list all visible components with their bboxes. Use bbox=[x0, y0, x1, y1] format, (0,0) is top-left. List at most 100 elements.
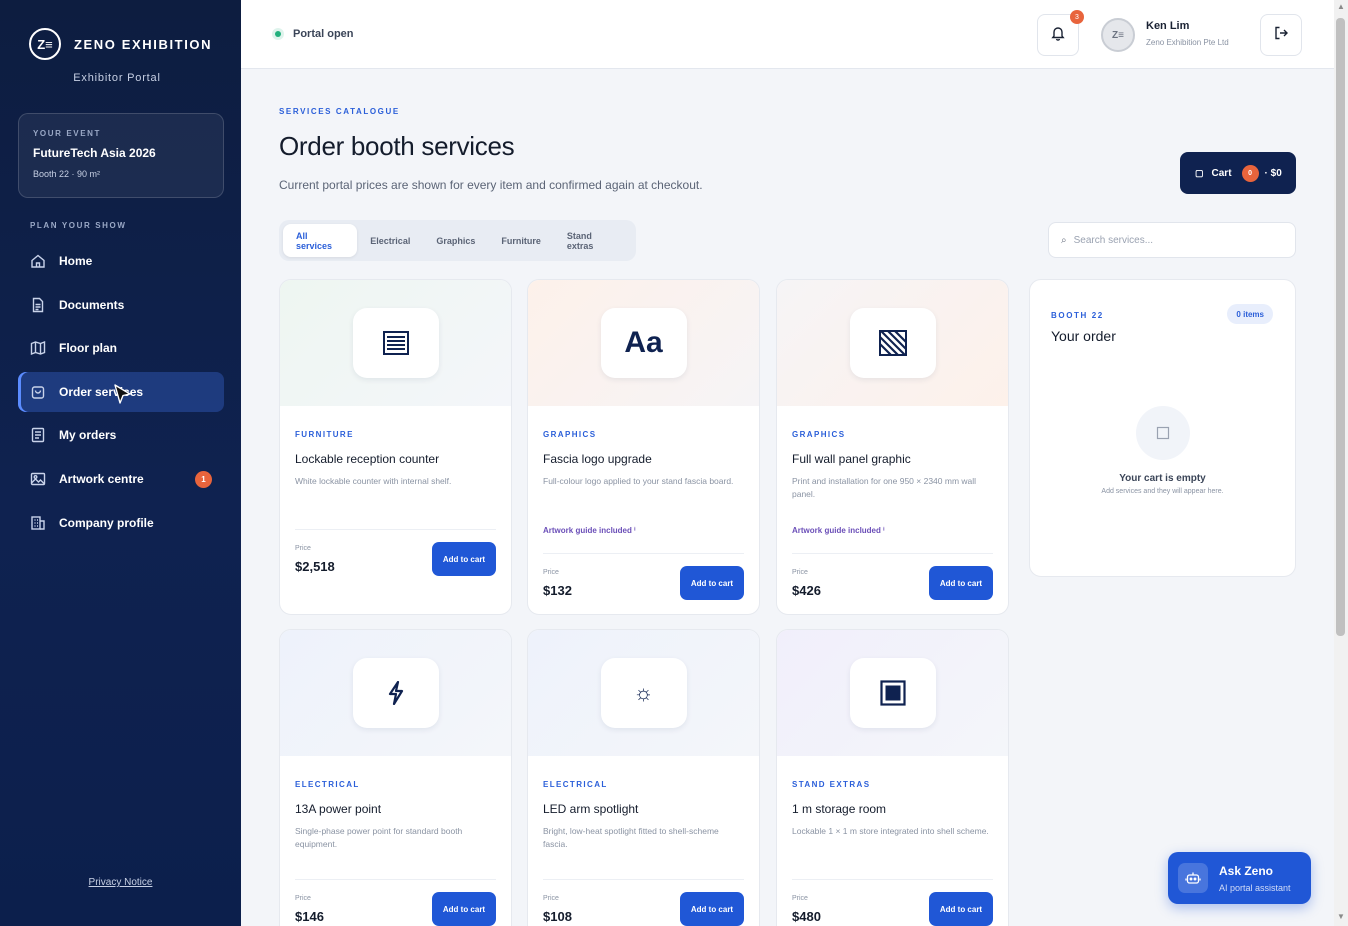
empty-cart-subtitle: Add services and they will appear here. bbox=[1101, 488, 1224, 495]
order-title: Your order bbox=[1051, 328, 1116, 344]
order-panel: BOOTH 22 Your order 0 items Your cart is… bbox=[1029, 279, 1296, 577]
sidebar-item-label: My orders bbox=[59, 428, 117, 443]
logout-button[interactable] bbox=[1260, 14, 1302, 56]
brand-logo: Z≡ bbox=[29, 28, 61, 60]
card-hero: Aa bbox=[528, 280, 759, 406]
card-hero bbox=[777, 630, 1008, 756]
notifications-button[interactable]: 3 bbox=[1037, 10, 1084, 56]
card-divider bbox=[792, 553, 993, 554]
logout-icon bbox=[1273, 25, 1289, 46]
tab-furniture[interactable]: Furniture bbox=[488, 224, 554, 257]
price-label: Price bbox=[543, 569, 559, 576]
artwork-guide-link[interactable]: Artwork guide included ⁱ bbox=[543, 526, 636, 535]
scroll-thumb[interactable] bbox=[1336, 18, 1345, 636]
page-scrollbar[interactable]: ▲ ▼ bbox=[1334, 0, 1348, 926]
bell-icon bbox=[1050, 25, 1066, 46]
add-to-cart-button[interactable]: Add to cart bbox=[929, 892, 993, 926]
search-icon: ⌕ bbox=[1061, 234, 1067, 246]
mouse-cursor-icon bbox=[113, 384, 133, 411]
price-label: Price bbox=[295, 545, 311, 552]
sidebar-item-artwork-centre[interactable]: Artwork centre 1 bbox=[18, 459, 224, 499]
artwork-guide-link[interactable]: Artwork guide included ⁱ bbox=[792, 526, 885, 535]
card-body: GRAPHICS Full wall panel graphic Print a… bbox=[777, 406, 1008, 501]
add-to-cart-button[interactable]: Add to cart bbox=[680, 566, 744, 600]
sidebar-item-label: Company profile bbox=[59, 515, 154, 530]
scroll-down-icon[interactable]: ▼ bbox=[1336, 912, 1346, 921]
sidebar-item-label: Documents bbox=[59, 297, 125, 312]
robot-icon bbox=[1178, 863, 1208, 893]
card-divider bbox=[295, 879, 496, 880]
search-box: ⌕ bbox=[1048, 222, 1296, 258]
product-price: $480 bbox=[792, 909, 821, 924]
product-category: FURNITURE bbox=[295, 430, 354, 439]
cart-icon: ▢ bbox=[1195, 167, 1204, 178]
event-meta: Booth 22 · 90 m² bbox=[33, 169, 101, 179]
product-description: Full-colour logo applied to your stand f… bbox=[543, 476, 734, 486]
product-price: $108 bbox=[543, 909, 572, 924]
brand-name: ZENO EXHIBITION bbox=[74, 36, 213, 52]
product-name: 13A power point bbox=[295, 802, 382, 816]
card-body: ELECTRICAL 13A power point Single-phase … bbox=[280, 756, 511, 851]
bag-icon bbox=[30, 384, 46, 400]
page-subtitle: Current portal prices are shown for ever… bbox=[279, 178, 703, 192]
sidebar-item-label: Artwork centre bbox=[59, 471, 144, 486]
top-bar: Portal open 3 Z≡ Ken Lim Zeno Exhibition… bbox=[241, 0, 1334, 69]
product-card-wall-panel: GRAPHICS Full wall panel graphic Print a… bbox=[776, 279, 1009, 615]
info-icon: ⁱ bbox=[883, 526, 885, 535]
card-body: FURNITURE Lockable reception counter Whi… bbox=[280, 406, 511, 488]
avatar[interactable]: Z≡ bbox=[1101, 18, 1135, 52]
product-card-fascia-logo: Aa GRAPHICS Fascia logo upgrade Full-col… bbox=[527, 279, 760, 615]
page-kicker: SERVICES CATALOGUE bbox=[279, 107, 400, 116]
sidebar: Z≡ ZENO EXHIBITION Exhibitor Portal YOUR… bbox=[0, 0, 241, 926]
lightning-icon bbox=[352, 658, 439, 728]
card-body: ELECTRICAL LED arm spotlight Bright, low… bbox=[528, 756, 759, 851]
cart-button[interactable]: ▢ Cart 0 · $0 bbox=[1180, 152, 1296, 194]
card-hero bbox=[280, 280, 511, 406]
tab-all-services[interactable]: All services bbox=[283, 224, 358, 257]
product-name: 1 m storage room bbox=[792, 802, 887, 816]
product-card-power-point: ELECTRICAL 13A power point Single-phase … bbox=[279, 629, 512, 926]
card-hero bbox=[777, 280, 1008, 406]
add-to-cart-button[interactable]: Add to cart bbox=[680, 892, 744, 926]
tab-stand-extras[interactable]: Stand extras bbox=[554, 224, 632, 257]
product-category: GRAPHICS bbox=[543, 430, 597, 439]
product-card-led-spotlight: ☼ ELECTRICAL LED arm spotlight Bright, l… bbox=[527, 629, 760, 926]
nav-section-label: PLAN YOUR SHOW bbox=[30, 221, 127, 230]
product-name: Full wall panel graphic bbox=[792, 452, 911, 466]
cart-count: 0 bbox=[1241, 164, 1259, 182]
add-to-cart-button[interactable]: Add to cart bbox=[929, 566, 993, 600]
add-to-cart-button[interactable]: Add to cart bbox=[432, 542, 496, 576]
product-description: Bright, low-heat spotlight fitted to she… bbox=[543, 826, 719, 849]
privacy-notice-link[interactable]: Privacy Notice bbox=[0, 877, 241, 888]
tab-electrical[interactable]: Electrical bbox=[357, 224, 423, 257]
product-description: Print and installation for one 950 × 234… bbox=[792, 476, 977, 499]
product-card-storage-room: STAND EXTRAS 1 m storage room Lockable 1… bbox=[776, 629, 1009, 926]
assistant-title: Ask Zeno bbox=[1219, 863, 1274, 878]
tab-graphics[interactable]: Graphics bbox=[423, 224, 488, 257]
cart-total: · $0 bbox=[1264, 167, 1282, 179]
product-price: $2,518 bbox=[295, 559, 335, 574]
card-hero: ☼ bbox=[528, 630, 759, 756]
card-body: STAND EXTRAS 1 m storage room Lockable 1… bbox=[777, 756, 1008, 838]
scroll-up-icon[interactable]: ▲ bbox=[1336, 2, 1346, 11]
ask-zeno-button[interactable]: Ask Zeno AI portal assistant bbox=[1168, 852, 1311, 904]
list-icon bbox=[30, 427, 46, 443]
sidebar-item-home[interactable]: Home bbox=[18, 241, 224, 281]
sidebar-item-floor-plan[interactable]: Floor plan bbox=[18, 328, 224, 368]
sun-icon: ☼ bbox=[600, 658, 687, 728]
product-price: $132 bbox=[543, 583, 572, 598]
product-category: ELECTRICAL bbox=[295, 780, 360, 789]
building-icon bbox=[30, 515, 46, 531]
price-label: Price bbox=[792, 569, 808, 576]
search-input[interactable] bbox=[1073, 234, 1274, 246]
product-price: $146 bbox=[295, 909, 324, 924]
sidebar-item-my-orders[interactable]: My orders bbox=[18, 415, 224, 455]
sidebar-item-documents[interactable]: Documents bbox=[18, 285, 224, 325]
sidebar-item-label: Floor plan bbox=[59, 341, 117, 356]
brand[interactable]: Z≡ ZENO EXHIBITION bbox=[29, 28, 212, 60]
sidebar-item-company-profile[interactable]: Company profile bbox=[18, 503, 224, 543]
product-description: Lockable 1 × 1 m store integrated into s… bbox=[792, 826, 989, 836]
add-to-cart-button[interactable]: Add to cart bbox=[432, 892, 496, 926]
price-label: Price bbox=[792, 895, 808, 902]
product-name: Lockable reception counter bbox=[295, 452, 440, 466]
